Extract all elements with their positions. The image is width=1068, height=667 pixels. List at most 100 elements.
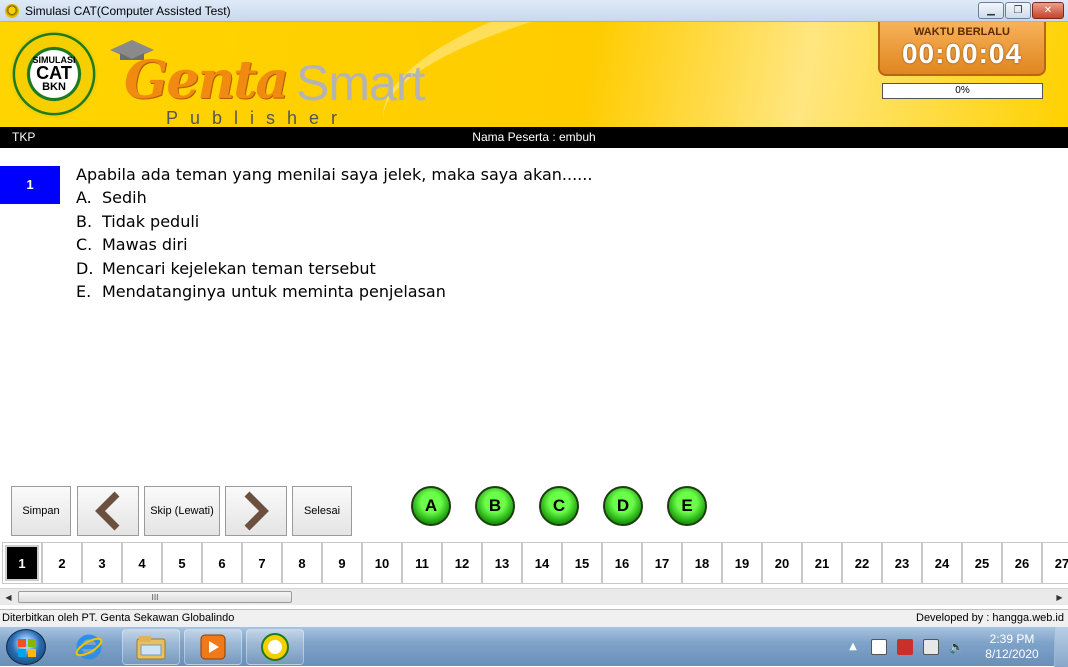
chevron-left-icon <box>95 491 120 531</box>
logo-publisher: Publisher <box>166 108 350 127</box>
gentasmart-logo: Genta Smart Publisher <box>110 32 440 127</box>
developer-credit: Developed by : hangga.web.id <box>916 612 1064 624</box>
status-bar: Diterbitkan oleh PT. Genta Sekawan Globa… <box>0 609 1068 626</box>
media-player-button[interactable] <box>184 629 242 665</box>
option-text: Tidak peduli <box>102 211 200 231</box>
question-number-button[interactable]: 20 <box>762 542 802 584</box>
question-number-button[interactable]: 15 <box>562 542 602 584</box>
minimize-icon: ▁ <box>987 5 995 16</box>
simulasi-cat-button[interactable] <box>246 629 304 665</box>
question-number-button[interactable]: 17 <box>642 542 682 584</box>
selesai-button[interactable]: Selesai <box>292 486 352 536</box>
answer-b-button[interactable]: B <box>475 486 515 526</box>
question-number-button[interactable]: 4 <box>122 542 162 584</box>
answer-d-button[interactable]: D <box>603 486 643 526</box>
clock-date: 8/12/2020 <box>985 647 1039 661</box>
header-banner: SIMULASI CAT BKN Genta Smart Publisher W… <box>0 22 1068 127</box>
question-number-button[interactable]: 1 <box>2 542 42 584</box>
progress-text: 0% <box>955 85 970 96</box>
question-number-button[interactable]: 9 <box>322 542 362 584</box>
publisher-credit: Diterbitkan oleh PT. Genta Sekawan Globa… <box>2 612 235 624</box>
badge-line2: CAT <box>36 62 72 83</box>
question-number-button[interactable]: 10 <box>362 542 402 584</box>
taskbar-clock[interactable]: 2:39 PM 8/12/2020 <box>970 632 1054 662</box>
file-explorer-button[interactable] <box>122 629 180 665</box>
question-number-button[interactable]: 11 <box>402 542 442 584</box>
question-number-button[interactable]: 27 <box>1042 542 1068 584</box>
simulasi-cat-icon <box>261 633 289 661</box>
option-text: Mendatanginya untuk meminta penjelasan <box>102 282 446 301</box>
previous-button[interactable] <box>77 486 139 536</box>
file-explorer-icon <box>136 636 166 660</box>
question-number: 1 <box>0 166 60 204</box>
skip-button[interactable]: Skip (Lewati) <box>144 486 220 536</box>
clock-time: 2:39 PM <box>989 632 1035 646</box>
question-number-button[interactable]: 25 <box>962 542 1002 584</box>
question-number-button[interactable]: 7 <box>242 542 282 584</box>
elapsed-timer: WAKTU BERLALU 00:00:04 <box>878 22 1046 76</box>
progress-bar: 0% <box>882 83 1043 99</box>
windows-taskbar: ▲ 🔈 2:39 PM 8/12/2020 <box>0 626 1068 667</box>
question-number-button[interactable]: 2 <box>42 542 82 584</box>
show-desktop-button[interactable] <box>1054 627 1068 667</box>
media-player-icon <box>200 634 226 660</box>
question-number-button[interactable]: 22 <box>842 542 882 584</box>
maximize-button[interactable]: ❐ <box>1005 2 1031 19</box>
timer-label: WAKTU BERLALU <box>914 26 1010 38</box>
window-titlebar: Simulasi CAT(Computer Assisted Test) ▁ ❐… <box>0 0 1068 22</box>
scroll-right-icon[interactable]: ▶ <box>1051 589 1068 605</box>
answer-c-button[interactable]: C <box>539 486 579 526</box>
question-number-button[interactable]: 18 <box>682 542 722 584</box>
question-number-button[interactable]: 5 <box>162 542 202 584</box>
power-icon[interactable] <box>923 639 939 655</box>
answer-options: A. Sedih B. Tidak peduli C. Mawas diri D… <box>76 188 446 306</box>
scroll-left-icon[interactable]: ◀ <box>0 589 17 605</box>
question-number-button[interactable]: 24 <box>922 542 962 584</box>
minimize-button[interactable]: ▁ <box>978 2 1004 19</box>
question-number-button[interactable]: 14 <box>522 542 562 584</box>
chevron-right-icon <box>244 491 269 531</box>
option-letter: E. <box>76 282 92 301</box>
question-number-button[interactable]: 6 <box>202 542 242 584</box>
close-icon: ✕ <box>1043 5 1053 16</box>
system-tray: ▲ 🔈 2:39 PM 8/12/2020 <box>840 627 1068 667</box>
option-text: Mawas diri <box>102 235 188 254</box>
answer-a-button[interactable]: A <box>411 486 451 526</box>
simpan-button[interactable]: Simpan <box>11 486 71 536</box>
network-warning-icon[interactable] <box>897 639 913 655</box>
option-e: E. Mendatanginya untuk meminta penjelasa… <box>76 282 446 306</box>
answer-e-button[interactable]: E <box>667 486 707 526</box>
navigation-toolbar: Simpan Skip (Lewati) Selesai A B C D E <box>0 481 1068 541</box>
participant-name: Nama Peserta : embuh <box>472 130 596 144</box>
start-button[interactable] <box>6 629 46 665</box>
option-b: B. Tidak peduli <box>76 212 446 236</box>
question-number-button[interactable]: 21 <box>802 542 842 584</box>
question-number-button[interactable]: 26 <box>1002 542 1042 584</box>
question-number-button[interactable]: 13 <box>482 542 522 584</box>
question-number-button[interactable]: 3 <box>82 542 122 584</box>
scroll-thumb[interactable]: III <box>18 591 292 603</box>
windows-logo-icon <box>18 639 36 657</box>
badge-line3: BKN <box>42 80 66 93</box>
internet-explorer-button[interactable] <box>60 629 118 665</box>
option-letter: A. <box>76 188 92 207</box>
option-letter: B. <box>76 211 93 231</box>
question-number-button[interactable]: 19 <box>722 542 762 584</box>
option-letter: D. <box>76 258 94 278</box>
question-number-button[interactable]: 16 <box>602 542 642 584</box>
volume-icon[interactable]: 🔈 <box>949 639 965 655</box>
restore-icon: ❐ <box>1013 5 1023 16</box>
app-icon <box>5 3 19 18</box>
close-button[interactable]: ✕ <box>1032 2 1064 19</box>
cat-bkn-badge: SIMULASI CAT BKN <box>10 30 98 118</box>
question-number-button[interactable]: 12 <box>442 542 482 584</box>
option-text: Mencari kejelekan teman tersebut <box>102 258 376 278</box>
question-number-button[interactable]: 23 <box>882 542 922 584</box>
show-hidden-icons-button[interactable]: ▲ <box>845 639 861 655</box>
next-button[interactable] <box>225 486 287 536</box>
question-number-button[interactable]: 8 <box>282 542 322 584</box>
horizontal-scrollbar[interactable]: ◀ III ▶ <box>0 588 1068 605</box>
action-center-flag-icon[interactable] <box>871 639 887 655</box>
option-c: C. Mawas diri <box>76 235 446 259</box>
internet-explorer-icon <box>75 634 103 660</box>
